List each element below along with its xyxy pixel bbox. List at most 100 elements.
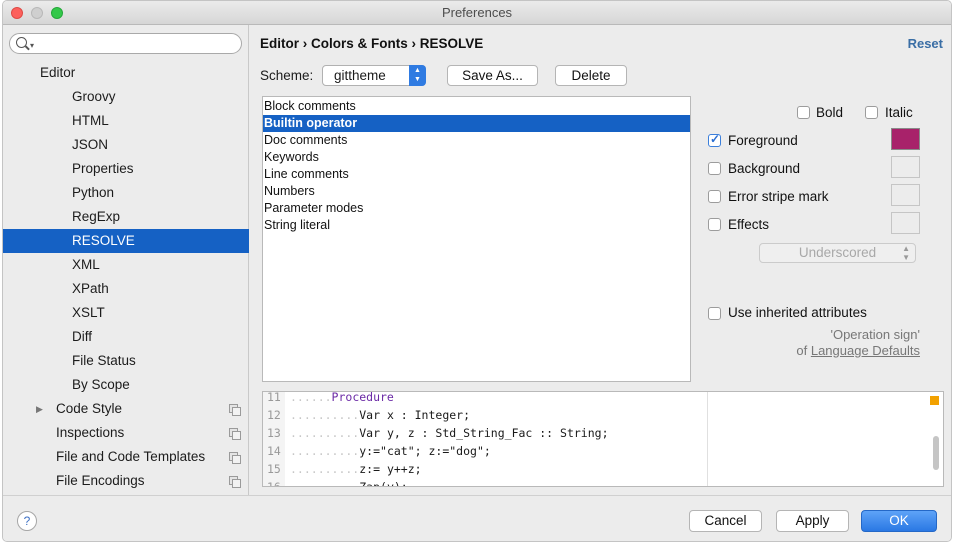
sidebar-item-python[interactable]: Python bbox=[3, 181, 249, 205]
sidebar-item-label: File Encodings bbox=[56, 473, 145, 488]
sidebar-item-label: XSLT bbox=[72, 305, 105, 320]
sidebar-item-html[interactable]: HTML bbox=[3, 109, 249, 133]
code-text: z:= y++z; bbox=[359, 462, 422, 476]
sidebar-item-label: JSON bbox=[72, 137, 109, 152]
attribute-list-item[interactable]: Parameter modes bbox=[263, 200, 690, 217]
sidebar-item-label: HTML bbox=[72, 113, 109, 128]
attribute-list-item[interactable]: String literal bbox=[263, 217, 690, 234]
dialog-footer: ? Cancel Apply OK bbox=[3, 495, 951, 541]
sidebar-item-file-status[interactable]: File Status bbox=[3, 349, 249, 373]
scheme-label: Scheme: bbox=[260, 68, 314, 83]
foreground-checkbox[interactable] bbox=[708, 132, 721, 147]
cancel-button[interactable]: Cancel bbox=[689, 510, 762, 532]
effects-checkbox[interactable] bbox=[708, 218, 721, 231]
italic-checkbox[interactable] bbox=[865, 106, 878, 119]
sidebar-item-xpath[interactable]: XPath bbox=[3, 277, 249, 301]
sidebar-item-properties[interactable]: Properties bbox=[3, 157, 249, 181]
code-preview[interactable]: 11 ......Procedure 12 ..........Var x : Int… bbox=[262, 391, 944, 487]
code-text: Procedure bbox=[331, 391, 394, 404]
effect-type-select[interactable]: Underscored ▲ ▼ bbox=[759, 243, 916, 263]
sidebar-item-label: RegExp bbox=[72, 209, 121, 224]
attribute-list-item[interactable]: Numbers bbox=[263, 183, 690, 200]
sidebar-item-label: Python bbox=[72, 185, 115, 200]
code-line: ..........Var y, z : Std_String_Fac :: S… bbox=[290, 424, 609, 442]
project-copy-icon bbox=[229, 476, 241, 488]
sidebar-item-by-scope[interactable]: By Scope bbox=[3, 373, 249, 397]
background-label: Background bbox=[728, 161, 801, 176]
sidebar-item-xml[interactable]: XML bbox=[3, 253, 249, 277]
indent-guide: ...... bbox=[290, 391, 332, 404]
attribute-list-item[interactable]: Line comments bbox=[263, 166, 690, 183]
error-stripe-marker-icon[interactable] bbox=[930, 396, 939, 405]
scheme-selected-value: gittheme bbox=[334, 68, 386, 83]
sidebar-item-label: Code Style bbox=[56, 401, 123, 416]
project-copy-icon bbox=[229, 452, 241, 464]
sidebar-item-label: File Status bbox=[72, 353, 136, 368]
preferences-window: Preferences ▾ Editor Groovy HTML JSON Proper… bbox=[2, 0, 952, 542]
select-arrows-icon: ▲ ▼ bbox=[409, 65, 426, 86]
foreground-color-swatch[interactable] bbox=[891, 128, 920, 150]
sidebar-item-label: Diff bbox=[72, 329, 93, 344]
title-bar: Preferences bbox=[3, 1, 951, 25]
attribute-list-item[interactable]: Builtin operator bbox=[263, 115, 690, 132]
ok-button[interactable]: OK bbox=[861, 510, 937, 532]
sidebar-item-label: File and Code Templates bbox=[56, 449, 206, 464]
sidebar-item-label: XML bbox=[72, 257, 100, 272]
inherit-attributes-checkbox[interactable] bbox=[708, 307, 721, 320]
bold-checkbox[interactable] bbox=[797, 106, 810, 119]
sidebar-item-label: By Scope bbox=[72, 377, 130, 392]
attribute-list-item[interactable]: Doc comments bbox=[263, 132, 690, 149]
code-text: y:="cat"; z:="dog"; bbox=[359, 444, 491, 458]
line-number: 11 bbox=[267, 391, 281, 404]
sidebar-item-label: Editor bbox=[40, 65, 76, 80]
save-as-button[interactable]: Save As... bbox=[447, 65, 538, 86]
code-line: ..........y:="cat"; z:="dog"; bbox=[290, 442, 491, 460]
sidebar-item-editor[interactable]: Editor bbox=[3, 61, 249, 85]
preview-scrollbar[interactable] bbox=[933, 436, 939, 470]
sidebar-item-file-and-code-templates[interactable]: File and Code Templates bbox=[3, 445, 249, 469]
breadcrumb: Editor › Colors & Fonts › RESOLVE bbox=[260, 36, 484, 51]
sidebar-item-resolve[interactable]: RESOLVE bbox=[3, 229, 249, 253]
reset-link[interactable]: Reset bbox=[908, 36, 943, 51]
window-title: Preferences bbox=[441, 5, 513, 20]
background-checkbox[interactable] bbox=[708, 162, 721, 175]
sidebar-item-xslt[interactable]: XSLT bbox=[3, 301, 249, 325]
attribute-list-item[interactable]: Keywords bbox=[263, 149, 690, 166]
sidebar-item-label: RESOLVE bbox=[72, 233, 135, 248]
language-defaults-link[interactable]: Language Defaults bbox=[811, 343, 920, 358]
scheme-select[interactable]: gittheme ▲ ▼ bbox=[322, 65, 426, 86]
indent-guide: .......... bbox=[290, 444, 360, 458]
select-arrows-icon: ▲ ▼ bbox=[902, 244, 910, 262]
effect-type-value: Underscored bbox=[798, 245, 877, 260]
delete-button[interactable]: Delete bbox=[555, 65, 627, 86]
error-stripe-color-swatch[interactable] bbox=[891, 184, 920, 206]
sidebar-item-label: Groovy bbox=[72, 89, 116, 104]
attribute-list-item[interactable]: Block comments bbox=[263, 98, 690, 115]
expand-arrow-icon[interactable]: ▶ bbox=[36, 397, 43, 421]
italic-label: Italic bbox=[885, 105, 913, 120]
line-number: 13 bbox=[267, 426, 281, 440]
code-line: ..........Zap(y); bbox=[290, 478, 408, 487]
effects-color-swatch[interactable] bbox=[891, 212, 920, 234]
search-icon bbox=[16, 37, 27, 48]
settings-content: Editor › Colors & Fonts › RESOLVE Reset … bbox=[250, 25, 951, 495]
sidebar-item-groovy[interactable]: Groovy bbox=[3, 85, 249, 109]
sidebar-item-inspections[interactable]: Inspections bbox=[3, 421, 249, 445]
inherit-attributes-label: Use inherited attributes bbox=[728, 305, 867, 320]
settings-search-input[interactable]: ▾ bbox=[9, 33, 242, 54]
sidebar-item-diff[interactable]: Diff bbox=[3, 325, 249, 349]
error-stripe-label: Error stripe mark bbox=[728, 189, 829, 204]
background-color-swatch[interactable] bbox=[891, 156, 920, 178]
indent-guide: .......... bbox=[290, 426, 360, 440]
search-history-dropdown-icon[interactable]: ▾ bbox=[30, 41, 34, 50]
sidebar-item-file-encodings[interactable]: File Encodings bbox=[3, 469, 249, 493]
sidebar-item-regexp[interactable]: RegExp bbox=[3, 205, 249, 229]
inherit-source: 'Operation sign' bbox=[830, 327, 920, 342]
sidebar-item-json[interactable]: JSON bbox=[3, 133, 249, 157]
code-line: ..........Var x : Integer; bbox=[290, 406, 470, 424]
help-button[interactable]: ? bbox=[17, 511, 37, 531]
apply-button[interactable]: Apply bbox=[776, 510, 849, 532]
code-text: Zap(y); bbox=[359, 480, 408, 487]
error-stripe-checkbox[interactable] bbox=[708, 190, 721, 203]
sidebar-item-code-style[interactable]: ▶ Code Style bbox=[3, 397, 249, 421]
